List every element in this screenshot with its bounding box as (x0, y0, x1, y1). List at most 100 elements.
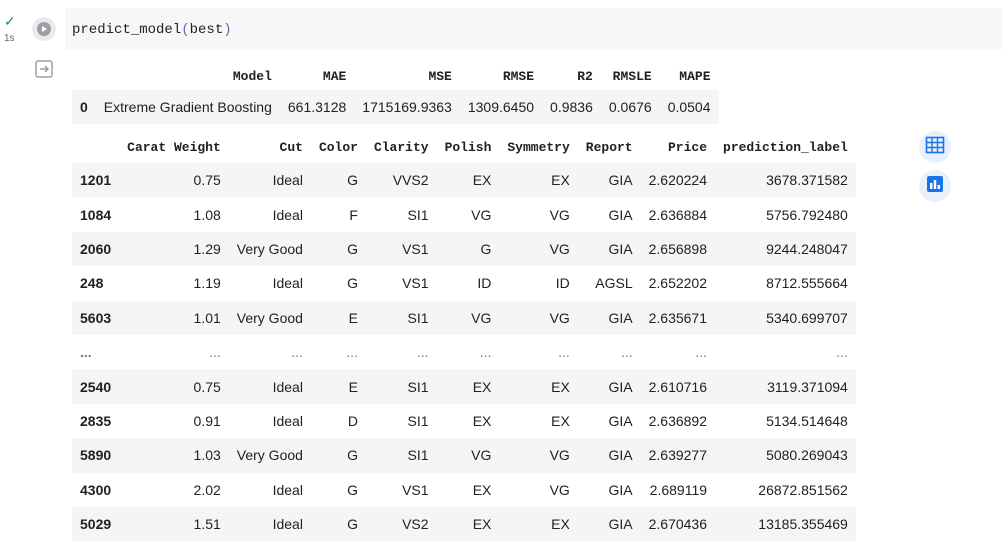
table-cell: VG (499, 231, 578, 267)
table-row: 4300 2.02 Ideal G VS1 EX VG GIA 2.689119 26872.85… (72, 473, 856, 507)
chart-icon (926, 175, 944, 198)
table-cell: SI1 (365, 438, 437, 473)
table-cell: VS1 (365, 231, 437, 267)
table-row: 2060 1.29 Very Good G VS1 G VG GIA 2.656898 9244.… (72, 231, 856, 267)
table-cell: 26872.851562 (758, 481, 848, 498)
table-cell: GIA (577, 163, 641, 198)
table-cell: 1.01 (119, 300, 229, 335)
table-cell: Ideal (272, 206, 303, 223)
table-row: 2540 0.75 Ideal E SI1 EX EX GIA 2.610716 3119.371… (72, 369, 856, 404)
row-index: 2060 (72, 231, 120, 267)
table-cell: 0.75 (119, 369, 229, 404)
table-row: 5890 1.03 Very Good G SI1 VG VG GIA 2.639277 5080… (72, 438, 856, 473)
table-cell: 1.08 (193, 206, 221, 223)
play-icon (37, 22, 51, 36)
table-cell: EX (499, 163, 578, 198)
table-row: 1084 1.08 Ideal F SI1 VG VG GIA 2.636884 5756.792… (72, 197, 856, 231)
table-cell: GIA (577, 231, 641, 267)
row-index: 5890 (72, 438, 120, 473)
table-cell: GIA (577, 300, 641, 335)
table-cell: GIA (608, 206, 633, 223)
table-row: .............................. (72, 335, 856, 369)
prediction-col-header: Clarity (373, 139, 429, 155)
table-cell: ID (477, 275, 492, 292)
row-index: 5029 (72, 506, 120, 542)
table-cell: VS2 (365, 506, 437, 542)
table-cell: 5134.514648 (766, 412, 848, 429)
execution-time: 1s (4, 33, 15, 44)
table-cell: EX (436, 369, 500, 404)
table-cell: VG (499, 300, 578, 335)
table-cell: VG (436, 438, 500, 473)
table-cell: 2.635671 (640, 300, 716, 335)
code-paren-close: ) (223, 22, 232, 38)
table-cell: F (349, 206, 358, 223)
row-index: 5603 (72, 300, 120, 335)
code-paren-open: ( (181, 22, 190, 38)
table-cell: 2.610716 (640, 369, 716, 404)
run-cell-button[interactable] (32, 17, 56, 41)
table-cell: 1.51 (119, 506, 229, 542)
prediction-col-header: Carat Weight (127, 139, 221, 155)
table-cell: GIA (577, 506, 641, 542)
table-cell: 3119.371094 (715, 369, 856, 404)
row-index: 2540 (72, 369, 120, 404)
table-cell: 0.91 (193, 412, 221, 429)
table-cell: G (310, 438, 366, 473)
metrics-cell: 0.9836 (542, 90, 601, 124)
table-cell: G (347, 481, 358, 498)
table-cell: ... (620, 344, 633, 361)
table-cell: VS1 (402, 275, 429, 292)
table-cell: SI1 (407, 206, 429, 223)
row-index: 4300 (80, 481, 112, 498)
table-cell: EX (472, 481, 492, 498)
row-index: ... (80, 344, 92, 361)
prediction-col-header: Color (318, 139, 358, 155)
table-row: 1201 0.75 Ideal G VVS2 EX EX GIA 2.620224 3678.37… (72, 163, 856, 198)
suggest-charts-button[interactable] (919, 170, 951, 202)
prediction-col-header: Polish (444, 139, 492, 155)
table-cell: 5080.269043 (715, 438, 856, 473)
table-cell: Ideal (272, 275, 303, 292)
table-cell: 1.03 (119, 438, 229, 473)
table-cell: VG (549, 481, 570, 498)
table-cell: VG (549, 206, 570, 223)
metrics-col-header: R2 (577, 68, 593, 84)
row-index: 1201 (72, 163, 120, 198)
table-cell: GIA (608, 481, 633, 498)
table-cell: 2.639277 (640, 438, 716, 473)
metrics-col-header: MSE (428, 68, 452, 84)
table-cell: 8712.555664 (766, 275, 848, 292)
table-cell: ... (836, 344, 848, 361)
table-row: 5603 1.01 Very Good E SI1 VG VG GIA 2.635671 5340… (72, 300, 856, 335)
table-cell: EX (472, 412, 492, 429)
table-cell: G (310, 163, 366, 198)
metrics-col-header: Model (232, 68, 272, 84)
clear-output-icon[interactable] (33, 58, 55, 80)
convert-to-interactive-table-button[interactable] (919, 131, 951, 163)
code-cell-editor[interactable]: predict_model(best) (65, 8, 1002, 50)
table-cell: GIA (577, 369, 641, 404)
table-icon (925, 135, 945, 160)
table-cell: G (347, 275, 358, 292)
metrics-cell: 0.0676 (600, 90, 660, 124)
metrics-col-header: MAPE (679, 68, 711, 84)
table-cell: ... (558, 344, 570, 361)
table-cell: Ideal (272, 412, 303, 429)
table-cell: 2.636884 (648, 206, 708, 223)
table-cell: VVS2 (365, 163, 437, 198)
metrics-row: 0 Extreme Gradient Boosting 661.3128 171516… (72, 90, 719, 124)
table-cell: EX (551, 412, 570, 429)
metrics-cell: 1309.6450 (459, 90, 543, 124)
table-cell: SI1 (365, 369, 437, 404)
table-cell: Ideal (272, 481, 303, 498)
table-row: 2835 0.91 Ideal D SI1 EX EX GIA 2.636892 5134.514… (72, 404, 856, 438)
table-cell: Ideal (228, 506, 311, 542)
table-cell: E (310, 369, 366, 404)
table-cell: VG (499, 438, 578, 473)
table-cell: D (347, 412, 358, 429)
prediction-col-header: Symmetry (507, 139, 570, 155)
table-cell: ... (346, 344, 358, 361)
prediction-col-header: Report (585, 139, 633, 155)
table-cell: ... (209, 344, 221, 361)
